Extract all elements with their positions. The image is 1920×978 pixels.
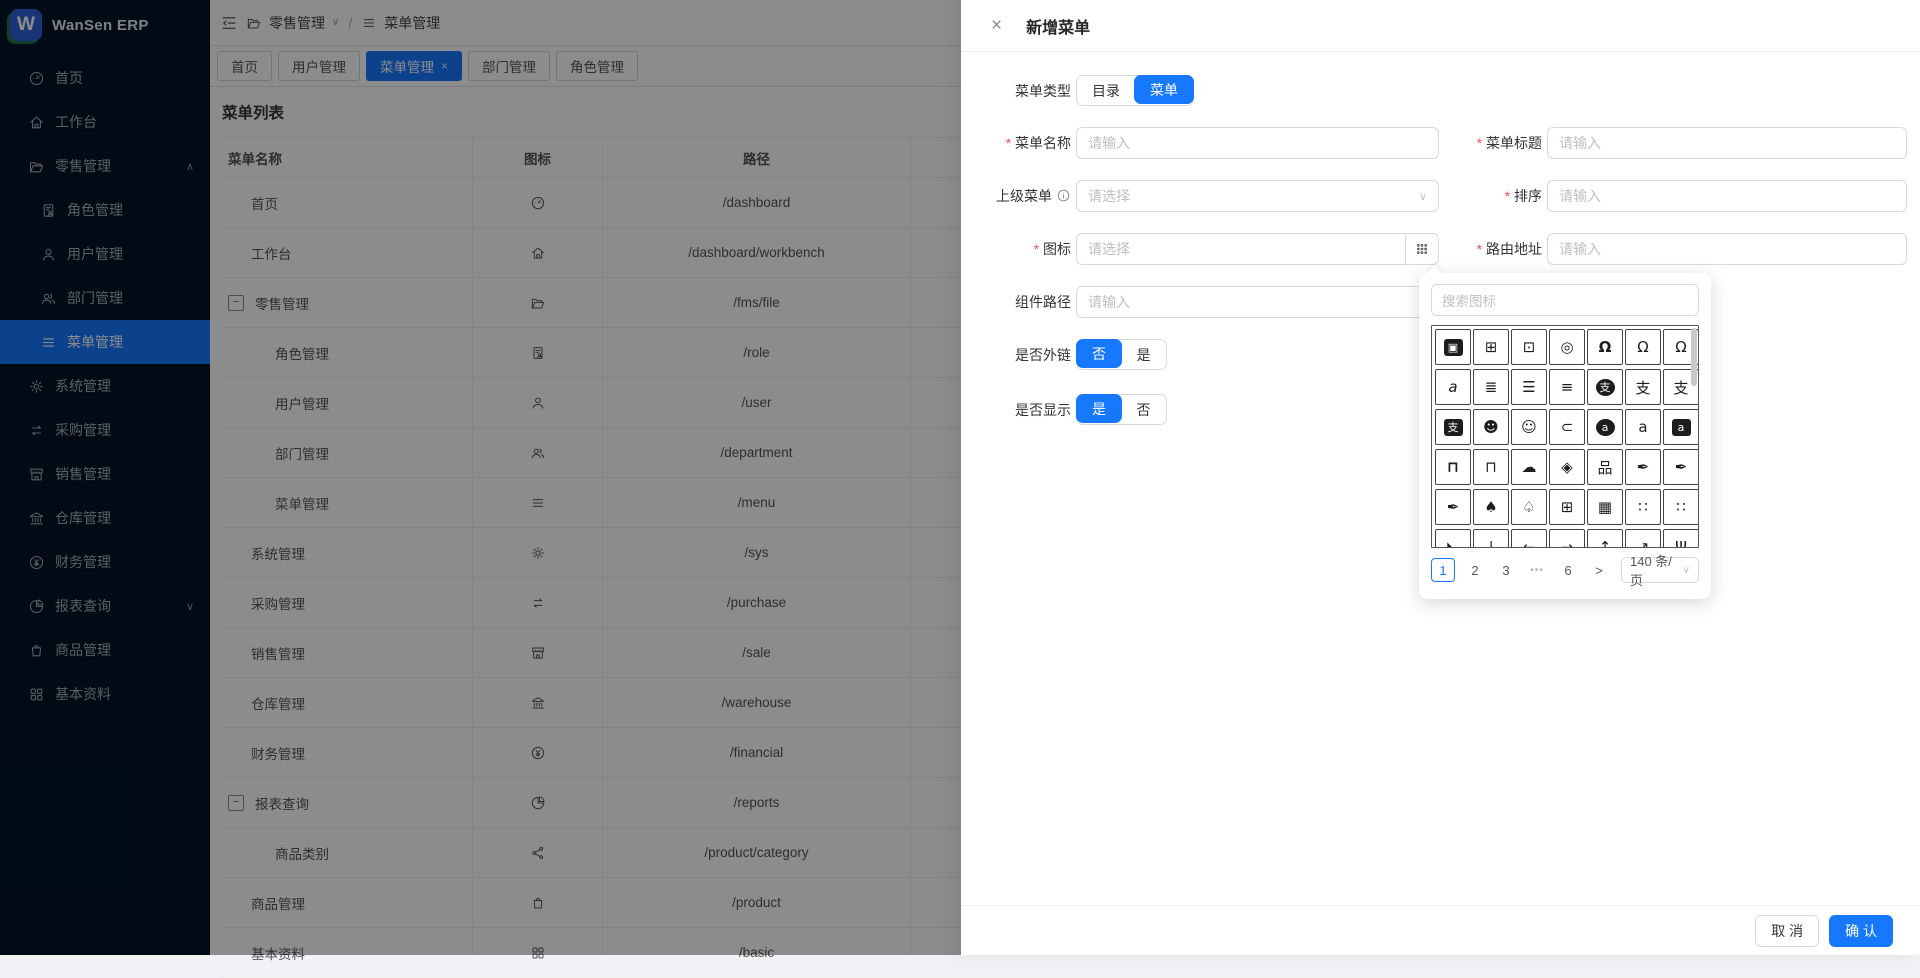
menu-title-input[interactable]: 请输入 [1547,127,1907,159]
menu-type-label: 菜单类型 [961,81,1071,101]
parent-menu-select[interactable]: 请选择∨ [1076,180,1439,212]
component-path-input[interactable]: 请输入 [1076,286,1439,318]
sort-label: 排序 [1444,186,1542,206]
visible-yes-option[interactable]: 是 [1076,394,1122,423]
info-circle-icon [1056,188,1071,203]
picker-icon-cell[interactable]: ☺ [1511,409,1547,445]
picker-icon-cell[interactable]: ☻ [1473,409,1509,445]
picker-icon-cell[interactable]: → [1549,529,1585,548]
picker-icon-cell[interactable]: Ω [1625,329,1661,365]
external-no-option[interactable]: 否 [1076,339,1122,368]
picker-icon-cell[interactable]: ♤ [1511,489,1547,525]
close-icon[interactable]: × [991,16,1002,35]
picker-icon-cell[interactable]: ⊓ [1473,449,1509,485]
picker-icon-cell[interactable]: Ω [1587,329,1623,365]
sort-input[interactable]: 请输入 [1547,180,1907,212]
picker-icon-cell[interactable]: ↗ [1625,529,1661,548]
page-1[interactable]: 1 [1431,558,1455,582]
menu-type-segmented: 目录 菜单 [1076,75,1194,106]
picker-icon-cell[interactable]: ✒ [1435,489,1471,525]
visible-toggle: 是 否 [1076,394,1167,425]
picker-icon-cell[interactable]: ⊂ [1549,409,1585,445]
picker-icon-cell[interactable]: ⊞ [1473,329,1509,365]
add-menu-drawer: × 新增菜单 菜单类型 目录 菜单 菜单名称 请输入 菜单标题 请输入 上级菜单… [961,0,1920,955]
page-3[interactable]: 3 [1495,559,1517,581]
menu-name-label: 菜单名称 [961,133,1071,153]
icon-pagination: 1 2 3 ••• 6 > 140 条/页∨ [1431,557,1699,583]
picker-icon-cell[interactable]: ↓ [1473,529,1509,548]
menu-type-option-menu[interactable]: 菜单 [1134,75,1194,104]
visible-no-option[interactable]: 否 [1121,395,1166,424]
picker-icon-cell[interactable]: ↑ [1587,529,1623,548]
picker-icon-cell[interactable]: ◈ [1549,449,1585,485]
picker-icon-cell[interactable]: a [1587,409,1623,445]
page-size-select[interactable]: 140 条/页∨ [1621,557,1699,583]
menu-name-input[interactable]: 请输入 [1076,127,1439,159]
external-yes-option[interactable]: 是 [1121,340,1166,369]
grid-dots-icon [1414,241,1430,257]
menu-type-option-directory[interactable]: 目录 [1077,76,1135,105]
picker-icon-cell[interactable]: Ψ [1663,529,1699,548]
next-page-button[interactable]: > [1588,559,1610,581]
popup-arrow [1427,266,1443,282]
icon-grid: ▣ ⊞ ⊡ ◎ Ω Ω Ω a ≣ ☰ ≡ 支 支 支 支 ☻ ☺ [1431,325,1699,548]
icon-picker-popup: 搜索图标 ▣ ⊞ ⊡ ◎ Ω Ω Ω a ≣ ☰ ≡ 支 支 支 支 [1419,273,1711,599]
picker-icon-cell[interactable]: ∷ [1625,489,1661,525]
drawer-footer: 取 消 确 认 [961,905,1920,955]
icon-picker-button[interactable] [1405,234,1438,264]
picker-icon-cell[interactable]: ☁ [1511,449,1547,485]
picker-icon-cell[interactable]: ← [1511,529,1547,548]
picker-icon-cell[interactable]: a [1663,409,1699,445]
picker-icon-cell[interactable]: 支 [1625,369,1661,405]
icon-select-input[interactable]: 请选择 [1076,233,1439,265]
cancel-button[interactable]: 取 消 [1755,915,1819,947]
drawer-header: × 新增菜单 [961,0,1920,52]
chevron-down-icon: ∨ [1683,565,1690,576]
picker-icon-cell[interactable]: a [1435,369,1471,405]
ellipsis-icon: ••• [1526,559,1548,581]
page-6[interactable]: 6 [1557,559,1579,581]
scrollbar-thumb[interactable] [1691,328,1697,386]
icon-label: 图标 [961,239,1071,259]
route-input[interactable]: 请输入 [1547,233,1907,265]
picker-icon-cell[interactable]: ✒ [1663,449,1699,485]
picker-icon-cell[interactable]: ⊡ [1511,329,1547,365]
picker-icon-cell[interactable]: a [1625,409,1661,445]
chevron-down-icon: ∨ [1419,190,1427,203]
picker-icon-cell[interactable]: ▦ [1587,489,1623,525]
drawer-title: 新增菜单 [1026,14,1090,38]
confirm-button[interactable]: 确 认 [1829,915,1893,947]
external-link-toggle: 否 是 [1076,339,1167,370]
menu-title-label: 菜单标题 [1444,133,1542,153]
visible-label: 是否显示 [961,400,1071,420]
page-2[interactable]: 2 [1464,559,1486,581]
picker-icon-cell[interactable]: ☰ [1511,369,1547,405]
picker-icon-cell[interactable]: 支 [1435,409,1471,445]
picker-icon-cell[interactable]: ▣ [1435,329,1471,365]
picker-icon-cell[interactable]: ✒ [1625,449,1661,485]
picker-icon-cell[interactable]: ◣ [1435,529,1471,548]
route-label: 路由地址 [1444,239,1542,259]
icon-search-input[interactable]: 搜索图标 [1431,284,1699,316]
picker-icon-cell[interactable]: ⊓ [1435,449,1471,485]
picker-icon-cell[interactable]: 品 [1587,449,1623,485]
picker-icon-cell[interactable]: ≡ [1549,369,1585,405]
drawer-body: 菜单类型 目录 菜单 菜单名称 请输入 菜单标题 请输入 上级菜单 请选择∨ 排… [961,52,1920,930]
picker-icon-cell[interactable]: ∷ [1663,489,1699,525]
external-link-label: 是否外链 [961,345,1071,365]
picker-icon-cell[interactable]: ♠ [1473,489,1509,525]
picker-icon-cell[interactable]: 支 [1587,369,1623,405]
picker-icon-cell[interactable]: ◎ [1549,329,1585,365]
picker-icon-cell[interactable]: ⊞ [1549,489,1585,525]
parent-menu-label: 上级菜单 [961,186,1071,206]
component-path-label: 组件路径 [961,292,1071,312]
picker-icon-cell[interactable]: ≣ [1473,369,1509,405]
